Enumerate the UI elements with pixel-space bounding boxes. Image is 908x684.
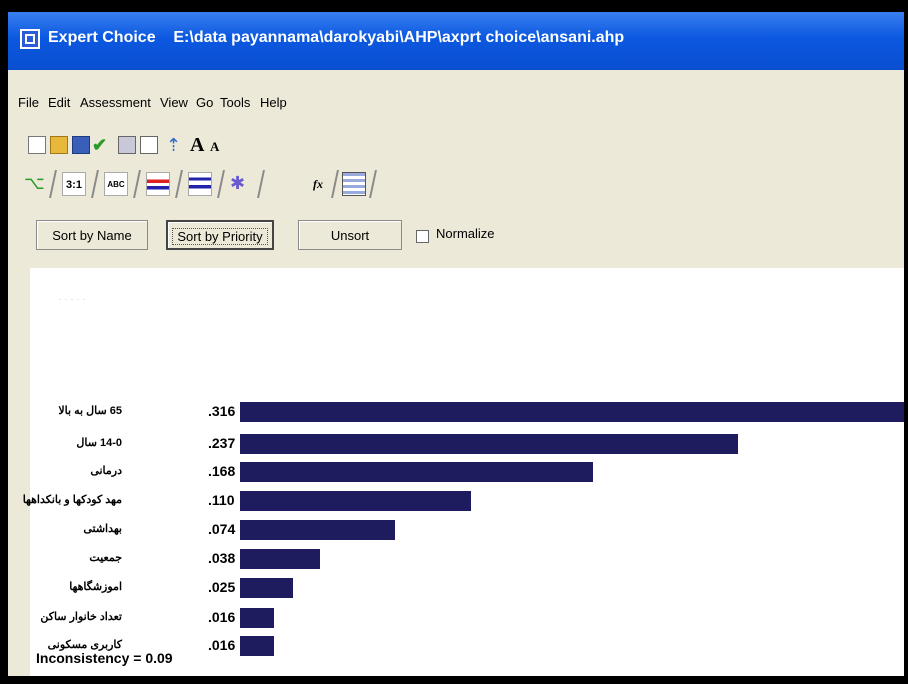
tab-separator: [91, 170, 99, 198]
graphical-icon[interactable]: [146, 172, 170, 196]
priority-bar: [240, 636, 274, 656]
verbal-icon[interactable]: ABC: [104, 172, 128, 196]
sort-toolbar: Sort by Name Sort by Priority Unsort Nor…: [18, 212, 904, 260]
priority-bars-icon[interactable]: [188, 172, 212, 196]
inconsistency-ratio: Inconsistency = 0.09: [36, 650, 173, 666]
sort-by-name-button[interactable]: Sort by Name: [36, 220, 148, 250]
priority-bar: [240, 520, 395, 540]
tab-separator: [217, 170, 225, 198]
checkmark-icon[interactable]: ✔: [92, 136, 110, 154]
app-name: Expert Choice: [48, 29, 156, 46]
priority-bar: [240, 549, 320, 569]
value-label: .168: [208, 463, 236, 479]
sort-by-priority-label: Sort by Priority: [172, 228, 268, 245]
window-title: Expert Choice E:\data payannama\darokyab…: [48, 29, 624, 47]
pairwise-icon[interactable]: 3:1: [62, 172, 86, 196]
new-file-icon[interactable]: [28, 136, 46, 154]
menu-go[interactable]: Go: [196, 95, 213, 110]
print-icon[interactable]: [118, 136, 136, 154]
category-label: تعداد خانوار ساکن: [40, 611, 122, 623]
app-window: Expert Choice E:\data payannama\darokyab…: [8, 12, 904, 676]
data-grid-icon[interactable]: [342, 172, 366, 196]
unsort-button[interactable]: Unsort: [298, 220, 402, 250]
menu-view[interactable]: View: [160, 95, 188, 110]
sort-by-priority-button[interactable]: Sort by Priority: [166, 220, 274, 250]
menu-assessment[interactable]: Assessment: [80, 95, 151, 110]
tab-separator: [331, 170, 339, 198]
priority-bar: [240, 462, 593, 482]
font-smaller-icon[interactable]: A: [210, 136, 228, 154]
value-label: .110: [208, 492, 235, 508]
formula-icon[interactable]: fx: [306, 172, 330, 196]
priority-bar: [240, 491, 471, 511]
category-label: بهداشتی: [83, 523, 122, 535]
faint-marker: · · · · ·: [58, 294, 86, 305]
menu-edit[interactable]: Edit: [48, 95, 70, 110]
menu-bar: File Edit Assessment View Go Tools Help: [8, 92, 904, 118]
category-label: جمعیت: [89, 552, 122, 564]
tree-view-icon[interactable]: ⌥: [24, 172, 48, 196]
category-label: مهد کودکها و بانکداهها: [22, 494, 122, 506]
title-bar: Expert Choice E:\data payannama\darokyab…: [8, 12, 904, 70]
category-label: درمانی: [90, 465, 122, 477]
value-label: .025: [208, 579, 236, 595]
open-folder-icon[interactable]: [50, 136, 68, 154]
tab-separator: [175, 170, 183, 198]
category-label: 65 سال به بالا: [58, 405, 122, 417]
save-icon[interactable]: [72, 136, 90, 154]
font-larger-icon[interactable]: A: [190, 135, 208, 155]
menu-help[interactable]: Help: [260, 95, 287, 110]
value-label: .316: [208, 403, 236, 419]
tab-separator: [133, 170, 141, 198]
main-toolbar: ✔ ⇡ A A: [18, 128, 268, 164]
priority-bar: [240, 608, 274, 628]
value-label: .016: [208, 637, 236, 653]
priority-bar: [240, 402, 904, 422]
tab-separator: [369, 170, 377, 198]
expert-choice-logo-icon: [20, 29, 40, 49]
menu-file[interactable]: File: [18, 95, 39, 110]
category-label: 14-0 سال: [76, 437, 122, 449]
tab-separator: [49, 170, 57, 198]
menu-tools[interactable]: Tools: [220, 95, 250, 110]
tab-separator: [257, 170, 265, 198]
priority-chart: · · · · · 65 سال به بالا .316 14-0 سال .237…: [23, 268, 904, 676]
view-tab-bar: ⌥ 3:1 ABC ✱ fx: [18, 164, 378, 204]
file-path: E:\data payannama\darokyabi\AHP\axprt ch…: [173, 29, 625, 46]
value-label: .016: [208, 609, 236, 625]
value-label: .074: [208, 521, 236, 537]
category-label: اموزشگاهها: [69, 581, 122, 593]
value-label: .237: [208, 435, 236, 451]
normalize-label: Normalize: [436, 226, 495, 241]
priority-bar: [240, 434, 738, 454]
arrow-icon[interactable]: ⇡: [166, 136, 184, 154]
priority-bar: [240, 578, 293, 598]
print-preview-icon[interactable]: [140, 136, 158, 154]
value-label: .038: [208, 550, 236, 566]
normalize-checkbox[interactable]: [416, 230, 429, 243]
sensitivity-icon[interactable]: ✱: [230, 172, 254, 196]
